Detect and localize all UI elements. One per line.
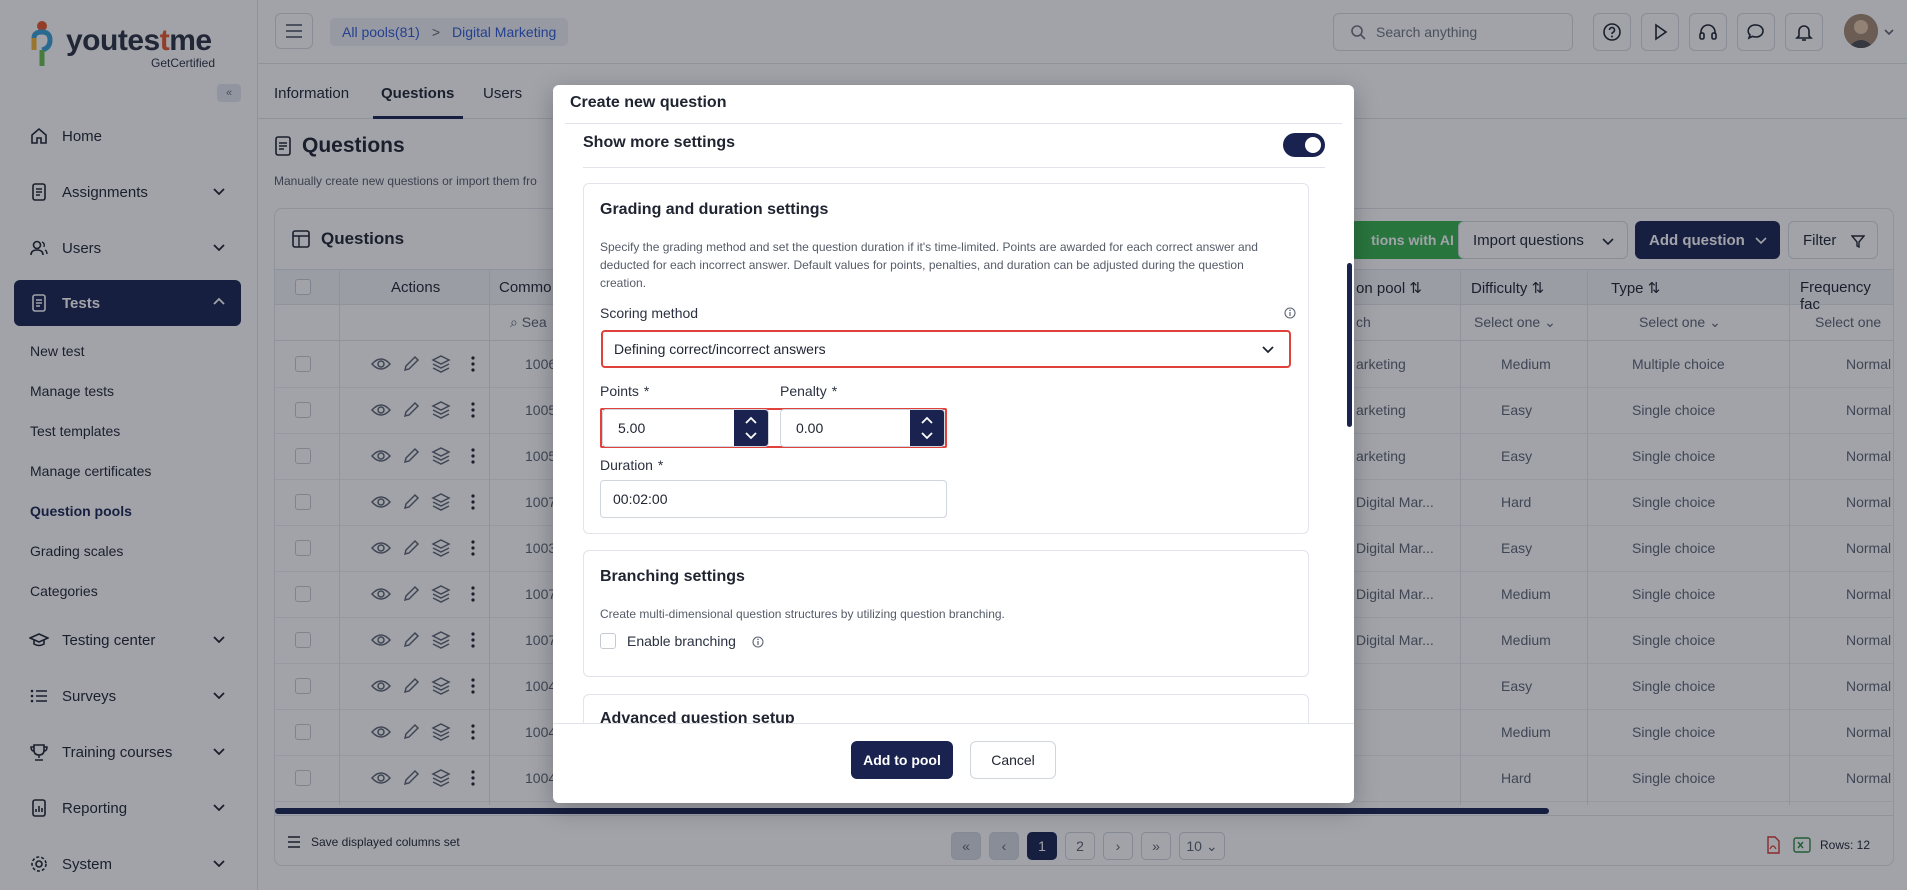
advanced-section-title: Advanced question setup	[600, 710, 795, 723]
show-more-settings-toggle[interactable]	[1283, 133, 1325, 157]
penalty-stepper[interactable]	[910, 410, 944, 446]
info-icon[interactable]	[752, 636, 764, 648]
points-input[interactable]: 5.00	[602, 409, 769, 447]
chevron-down-icon[interactable]	[744, 431, 758, 440]
branching-section-title: Branching settings	[600, 568, 745, 585]
chevron-down-icon[interactable]	[920, 431, 934, 440]
penalty-input[interactable]: 0.00	[780, 409, 945, 447]
modal-footer: Add to pool Cancel	[553, 723, 1354, 803]
points-stepper[interactable]	[734, 410, 768, 446]
enable-branching-label: Enable branching	[627, 633, 736, 649]
penalty-label: Penalty *	[780, 383, 838, 399]
scoring-method-label: Scoring method	[600, 305, 699, 321]
duration-label: Duration *	[600, 457, 664, 473]
advanced-section: Advanced question setup	[583, 694, 1309, 723]
info-icon[interactable]	[1284, 307, 1296, 319]
show-more-settings-label: Show more settings	[583, 134, 736, 151]
duration-input[interactable]: 00:02:00	[600, 480, 947, 518]
cancel-button[interactable]: Cancel	[970, 741, 1056, 779]
grading-section: Grading and duration settings Specify th…	[583, 183, 1309, 534]
points-label: Points *	[600, 383, 650, 399]
branching-section: Branching settings Create multi-dimensio…	[583, 550, 1309, 677]
modal-body: Show more settings Grading and duration …	[565, 123, 1342, 723]
scoring-method-select[interactable]: Defining correct/incorrect answers	[601, 330, 1291, 368]
chevron-up-icon[interactable]	[744, 416, 758, 425]
modal-title: Create new question	[570, 94, 727, 111]
add-to-pool-button[interactable]: Add to pool	[851, 741, 953, 779]
chevron-down-icon	[1262, 346, 1274, 354]
grading-section-title: Grading and duration settings	[600, 201, 829, 218]
grading-section-description: Specify the grading method and set the q…	[600, 240, 1258, 290]
create-question-modal: Create new question Show more settings G…	[553, 85, 1354, 803]
modal-scrollbar[interactable]	[1347, 263, 1352, 427]
chevron-up-icon[interactable]	[920, 416, 934, 425]
divider	[583, 167, 1325, 168]
branching-section-description: Create multi-dimensional question struct…	[600, 607, 1005, 621]
enable-branching-checkbox[interactable]	[600, 633, 616, 649]
